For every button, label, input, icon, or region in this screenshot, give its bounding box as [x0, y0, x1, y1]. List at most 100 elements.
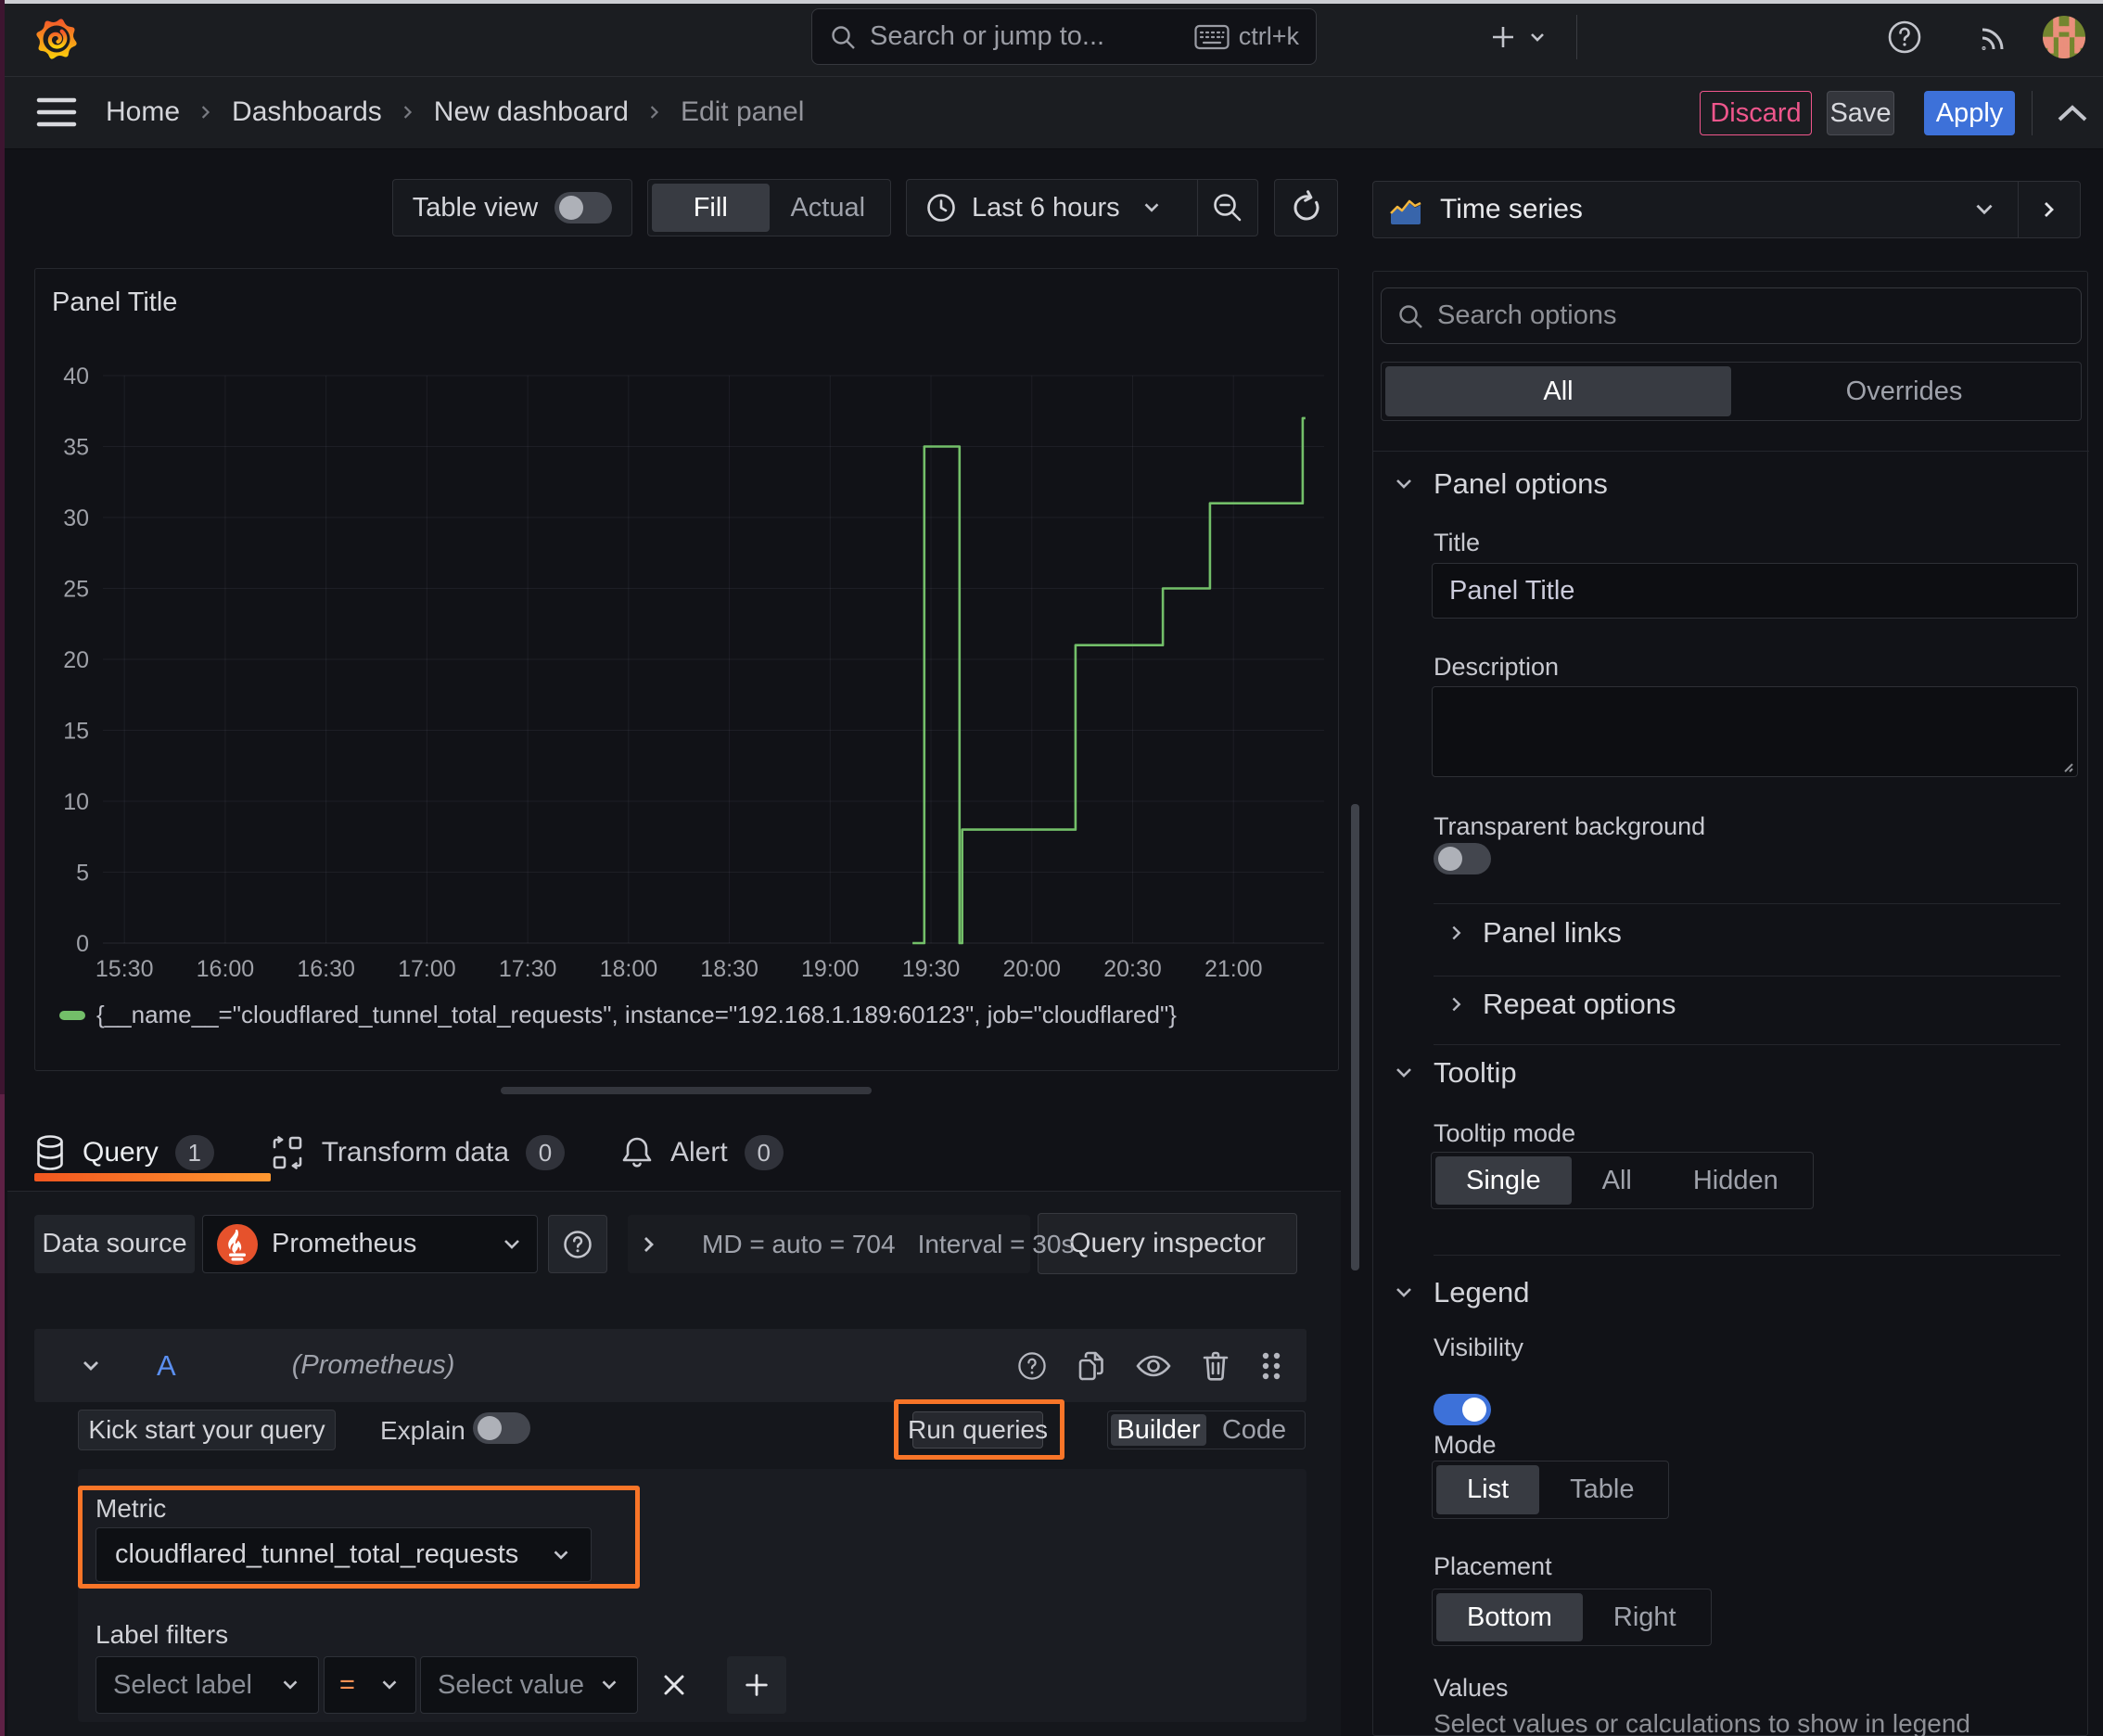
toggle-knob — [559, 196, 584, 220]
legend-swatch — [59, 1010, 85, 1020]
datasource-help-button[interactable] — [548, 1215, 607, 1273]
table-view-control: Table view — [392, 179, 632, 236]
y-axis-tick-label: 0 — [76, 931, 89, 957]
chevron-down-icon — [1144, 203, 1158, 212]
legend-mode-label: Mode — [1434, 1431, 1497, 1459]
mega-menu-button[interactable] — [35, 92, 78, 133]
panel-options-pane: Search options All Overrides Panel option… — [1372, 271, 2089, 1736]
drag-query-icon[interactable] — [1260, 1350, 1282, 1382]
add-menu-button[interactable] — [1480, 17, 1558, 57]
options-search-placeholder: Search options — [1437, 300, 1617, 330]
remove-query-icon[interactable] — [1202, 1350, 1230, 1382]
label-filter-value-select[interactable]: Select value — [420, 1656, 638, 1714]
options-scope-option-all[interactable]: All — [1385, 366, 1731, 416]
breadcrumb-item-dashboards[interactable]: Dashboards — [232, 96, 382, 128]
hide-response-icon[interactable] — [1136, 1352, 1171, 1380]
toggle-viz-picker-button[interactable] — [2019, 182, 2080, 237]
legend-placement-option-bottom[interactable]: Bottom — [1436, 1593, 1583, 1641]
query-count-badge: 1 — [174, 1135, 214, 1170]
help-button[interactable] — [1882, 17, 1927, 57]
remove-filter-button[interactable] — [651, 1656, 697, 1714]
duplicate-query-icon[interactable] — [1077, 1351, 1105, 1381]
tooltip-mode-option-hidden[interactable]: Hidden — [1663, 1156, 1809, 1205]
grafana-logo[interactable] — [33, 14, 80, 64]
discard-button[interactable]: Discard — [1700, 91, 1812, 135]
zoom-out-button[interactable] — [1198, 180, 1257, 236]
tab-query[interactable]: Query 1 — [34, 1134, 214, 1171]
breadcrumb-item-new-dashboard[interactable]: New dashboard — [434, 96, 629, 128]
chevron-right-icon[interactable] — [637, 1232, 661, 1257]
refresh-button[interactable] — [1274, 179, 1338, 236]
options-search-input[interactable]: Search options — [1381, 287, 2082, 344]
metric-select[interactable]: cloudflared_tunnel_total_requests — [96, 1527, 592, 1582]
options-scope-option-overrides[interactable]: Overrides — [1731, 366, 2077, 416]
label-filter-label-select[interactable]: Select label — [96, 1656, 319, 1714]
query-inspector-button[interactable]: Query inspector — [1038, 1213, 1297, 1274]
tooltip-mode-option-single[interactable]: Single — [1435, 1156, 1572, 1205]
fill-actual-option-actual[interactable]: Actual — [770, 184, 887, 232]
legend-placement-option-right[interactable]: Right — [1583, 1593, 1707, 1641]
breadcrumb-item-edit-panel: Edit panel — [680, 96, 805, 127]
label-filters-label: Label filters — [96, 1620, 229, 1649]
kickstart-button[interactable]: Kick start your query — [78, 1410, 336, 1450]
max-data-points: MD = auto = 704 — [702, 1229, 896, 1258]
save-button[interactable]: Save — [1827, 91, 1894, 135]
x-axis-tick-label: 18:00 — [600, 956, 658, 982]
section-tooltip[interactable]: Tooltip — [1392, 1056, 1517, 1090]
table-view-toggle[interactable] — [554, 192, 613, 223]
tooltip-mode-group: Single All Hidden — [1431, 1152, 1814, 1209]
section-panel-links[interactable]: Panel links — [1446, 916, 1622, 950]
tab-transform-data[interactable]: Transform data 0 — [270, 1135, 565, 1170]
run-queries-button[interactable]: Run queries — [908, 1411, 1048, 1449]
label-filter-operator-select[interactable]: = — [324, 1656, 416, 1714]
chevron-down-icon — [1396, 479, 1411, 489]
tooltip-mode-option-all[interactable]: All — [1572, 1156, 1663, 1205]
query-ref-id: A — [157, 1348, 176, 1382]
legend-mode-option-table[interactable]: Table — [1539, 1465, 1664, 1514]
tab-alert[interactable]: Alert 0 — [620, 1135, 784, 1170]
apply-button[interactable]: Apply — [1924, 91, 2015, 135]
explain-toggle[interactable] — [473, 1412, 530, 1444]
metric-label: Metric — [96, 1494, 167, 1523]
news-button[interactable] — [1972, 17, 2017, 57]
panel-title-input[interactable]: Panel Title — [1432, 563, 2078, 619]
collapse-header-button[interactable] — [2048, 93, 2097, 134]
query-row-header[interactable]: A (Prometheus) — [34, 1329, 1306, 1402]
add-filter-button[interactable] — [727, 1656, 786, 1714]
x-axis-tick-label: 15:30 — [96, 956, 154, 982]
clock-icon — [927, 194, 955, 222]
section-legend[interactable]: Legend — [1392, 1276, 1529, 1309]
main-scrollbar-thumb[interactable] — [1351, 804, 1359, 1270]
alert-count-badge: 0 — [744, 1135, 784, 1170]
legend-item[interactable]: {__name__="cloudflared_tunnel_total_requ… — [59, 1001, 1177, 1029]
legend-mode-option-list[interactable]: List — [1436, 1465, 1540, 1514]
legend-visibility-toggle[interactable] — [1434, 1394, 1491, 1425]
x-axis-tick-label: 19:30 — [902, 956, 961, 982]
plus-icon — [1493, 27, 1513, 47]
section-panel-options[interactable]: Panel options — [1392, 467, 1608, 501]
visualization-picker[interactable]: Time series — [1372, 181, 2081, 238]
breadcrumb-item-home[interactable]: Home — [106, 96, 180, 128]
hamburger-icon — [36, 97, 77, 127]
help-icon — [1888, 20, 1921, 54]
global-search-input[interactable]: Search or jump to... ctrl+k — [811, 8, 1317, 65]
datasource-picker[interactable]: Prometheus — [202, 1215, 538, 1273]
toggle-knob — [1462, 1398, 1486, 1422]
legend-visibility-label: Visibility — [1434, 1334, 1524, 1361]
legend-mode-group: List Table — [1432, 1461, 1670, 1519]
panel-description-textarea[interactable] — [1432, 686, 2078, 777]
chevron-down-icon[interactable] — [79, 1354, 103, 1378]
panel-resize-handle[interactable] — [501, 1087, 872, 1094]
transparent-bg-toggle[interactable] — [1434, 843, 1491, 874]
options-scope-group: All Overrides — [1381, 362, 2082, 421]
chevron-right-icon — [1452, 925, 1461, 940]
builder-code-option-builder[interactable]: Builder — [1111, 1414, 1206, 1446]
section-repeat-options[interactable]: Repeat options — [1446, 988, 1676, 1021]
time-series-chart[interactable]: 0 5 10 15 20 25 30 35 40 15:30 16:00 16:30 17:00 17:3… — [35, 269, 1338, 1070]
query-help-icon[interactable] — [1017, 1351, 1047, 1381]
builder-code-option-code[interactable]: Code — [1206, 1414, 1302, 1446]
time-range-picker[interactable]: Last 6 hours — [907, 180, 1197, 236]
fill-actual-option-fill[interactable]: Fill — [652, 184, 770, 232]
user-avatar[interactable] — [2043, 16, 2085, 58]
refresh-icon — [1294, 190, 1319, 221]
